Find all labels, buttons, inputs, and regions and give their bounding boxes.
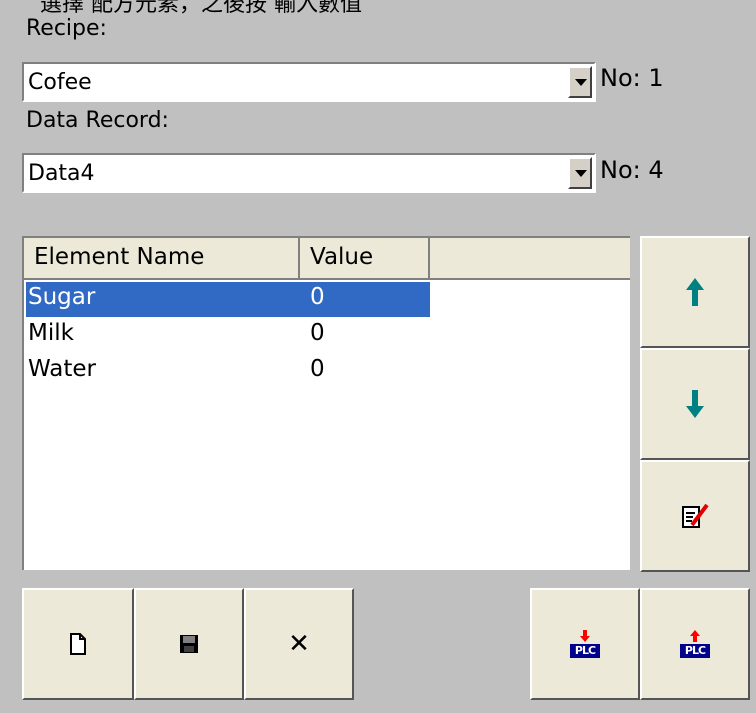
read-from-plc-button[interactable]: PLC [640,588,750,700]
new-record-button[interactable] [22,588,134,700]
element-name-cell: Water [28,356,96,382]
recipe-label: Recipe: [26,16,107,41]
edit-value-button[interactable] [640,460,750,572]
edit-icon [682,503,709,528]
write-to-plc-icon: PLC [570,630,600,658]
data-record-number: No: 4 [600,156,664,184]
column-header-element-name[interactable]: Element Name [24,238,300,280]
chevron-down-icon[interactable] [568,66,592,98]
column-header-value[interactable]: Value [300,238,430,280]
element-value-cell: 0 [310,320,325,346]
chevron-down-icon[interactable] [568,157,592,189]
element-name-cell: Sugar [28,284,96,310]
write-to-plc-button[interactable]: PLC [530,588,640,700]
recipe-select[interactable]: Cofee [22,62,596,102]
recipe-number: No: 1 [600,64,664,92]
move-down-button[interactable] [640,348,750,460]
column-header-empty [430,238,630,280]
data-record-select-value: Data4 [28,161,95,186]
plc-label: PLC [570,644,600,658]
data-record-label: Data Record: [26,108,169,133]
arrow-up-icon [686,278,704,306]
element-value-cell: 0 [310,356,325,382]
table-row[interactable]: Sugar 0 [26,282,430,317]
new-file-icon [70,633,86,655]
delete-record-button[interactable]: ✕ [244,588,354,700]
element-value-cell: 0 [310,284,325,310]
plc-label: PLC [680,644,710,658]
save-disk-icon [180,635,198,653]
read-from-plc-icon: PLC [680,630,710,658]
element-name-cell: Milk [28,320,74,346]
table-row[interactable]: Water 0 [26,354,430,389]
save-record-button[interactable] [134,588,244,700]
arrow-down-icon [686,390,704,418]
delete-x-icon: ✕ [288,629,310,659]
data-record-select[interactable]: Data4 [22,153,596,193]
recipe-select-value: Cofee [28,70,92,95]
move-up-button[interactable] [640,236,750,348]
recipe-element-list[interactable]: Element Name Value Sugar 0 Milk 0 Water … [22,236,630,570]
table-row[interactable]: Milk 0 [26,318,430,353]
